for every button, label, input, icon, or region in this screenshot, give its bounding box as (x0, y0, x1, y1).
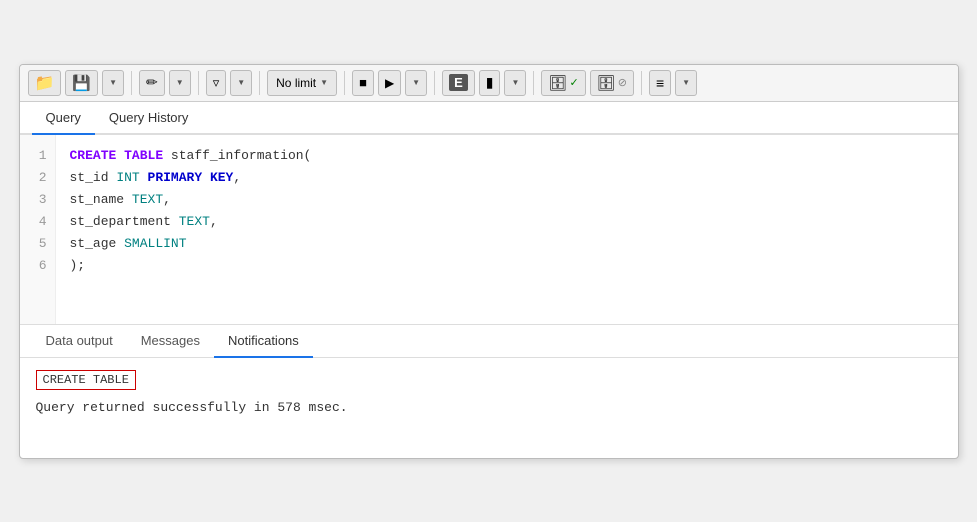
tab-data-output[interactable]: Data output (32, 325, 127, 358)
list-dropdown-button[interactable]: ▼ (675, 70, 697, 96)
list-icon: ≡ (656, 75, 664, 91)
save-button[interactable]: 💾 (65, 70, 98, 96)
tab-query-label: Query (46, 110, 81, 125)
tab-notifications-label: Notifications (228, 333, 299, 348)
separator-5 (434, 71, 435, 95)
separator-6 (533, 71, 534, 95)
tab-data-output-label: Data output (46, 333, 113, 348)
checkmark-icon: ✓ (569, 76, 578, 89)
code-line-3: st_name TEXT, (70, 189, 944, 211)
code-line-6: ); (70, 255, 944, 277)
db1-icon: 🗄 (548, 74, 567, 92)
tab-query-history-label: Query History (109, 110, 188, 125)
tab-messages[interactable]: Messages (127, 325, 214, 358)
save-dropdown-button[interactable]: ▼ (102, 70, 124, 96)
pencil-dropdown-button[interactable]: ▼ (169, 70, 191, 96)
e-icon: E (449, 74, 468, 91)
output-area: CREATE TABLE Query returned successfully… (20, 358, 958, 458)
stop-icon: ■ (359, 75, 367, 90)
save-icon: 💾 (72, 74, 91, 92)
chevron-down-icon-4: ▼ (320, 78, 328, 87)
explain-button[interactable]: E (442, 70, 475, 96)
tab-query-history[interactable]: Query History (95, 102, 202, 135)
chevron-down-icon-6: ▼ (511, 78, 519, 87)
code-line-4: st_department TEXT, (70, 211, 944, 233)
play-dropdown-button[interactable]: ▼ (405, 70, 427, 96)
play-button[interactable]: ▶ (378, 70, 401, 96)
stop-button[interactable]: ■ (352, 70, 374, 96)
tab-messages-label: Messages (141, 333, 200, 348)
chart-dropdown-button[interactable]: ▼ (504, 70, 526, 96)
filter-icon: ▿ (213, 75, 220, 91)
tab-query[interactable]: Query (32, 102, 95, 135)
pencil-button[interactable]: ✏ (139, 70, 165, 96)
list-button[interactable]: ≡ (649, 70, 671, 96)
chart-button[interactable]: ▮ (479, 70, 501, 96)
toolbar: 📁 💾 ▼ ✏ ▼ ▿ ▼ No limit ▼ ■ (20, 65, 958, 102)
separator-3 (259, 71, 260, 95)
output-command: CREATE TABLE (36, 370, 136, 390)
filter-button[interactable]: ▿ (206, 70, 227, 96)
top-tabs: Query Query History (20, 102, 958, 135)
db2-button[interactable]: 🗄 ⊘ (590, 70, 634, 96)
code-lines[interactable]: CREATE TABLE staff_information( st_id IN… (56, 135, 958, 324)
chevron-down-icon-2: ▼ (176, 78, 184, 87)
x-icon: ⊘ (618, 76, 627, 89)
main-window: 📁 💾 ▼ ✏ ▼ ▿ ▼ No limit ▼ ■ (19, 64, 959, 459)
separator-1 (131, 71, 132, 95)
line-numbers: 1 2 3 4 5 6 (20, 135, 56, 324)
separator-4 (344, 71, 345, 95)
chevron-down-icon-7: ▼ (682, 78, 690, 87)
filter-dropdown-button[interactable]: ▼ (230, 70, 252, 96)
separator-2 (198, 71, 199, 95)
db1-button[interactable]: 🗄 ✓ (541, 70, 585, 96)
db2-icon: 🗄 (597, 74, 616, 92)
chevron-down-icon-3: ▼ (237, 78, 245, 87)
tab-notifications[interactable]: Notifications (214, 325, 313, 358)
separator-7 (641, 71, 642, 95)
chart-icon: ▮ (486, 74, 494, 91)
limit-label: No limit (276, 76, 316, 90)
bottom-tabs: Data output Messages Notifications (20, 325, 958, 358)
folder-icon: 📁 (35, 73, 55, 93)
output-message: Query returned successfully in 578 msec. (36, 400, 942, 415)
pencil-icon: ✏ (146, 74, 158, 91)
folder-button[interactable]: 📁 (28, 70, 62, 96)
code-line-2: st_id INT PRIMARY KEY, (70, 167, 944, 189)
play-icon: ▶ (385, 76, 394, 90)
code-line-5: st_age SMALLINT (70, 233, 944, 255)
chevron-down-icon-5: ▼ (412, 78, 420, 87)
code-editor[interactable]: 1 2 3 4 5 6 CREATE TABLE staff_informati… (20, 135, 958, 325)
chevron-down-icon: ▼ (109, 78, 117, 87)
limit-dropdown[interactable]: No limit ▼ (267, 70, 337, 96)
code-line-1: CREATE TABLE staff_information( (70, 145, 944, 167)
